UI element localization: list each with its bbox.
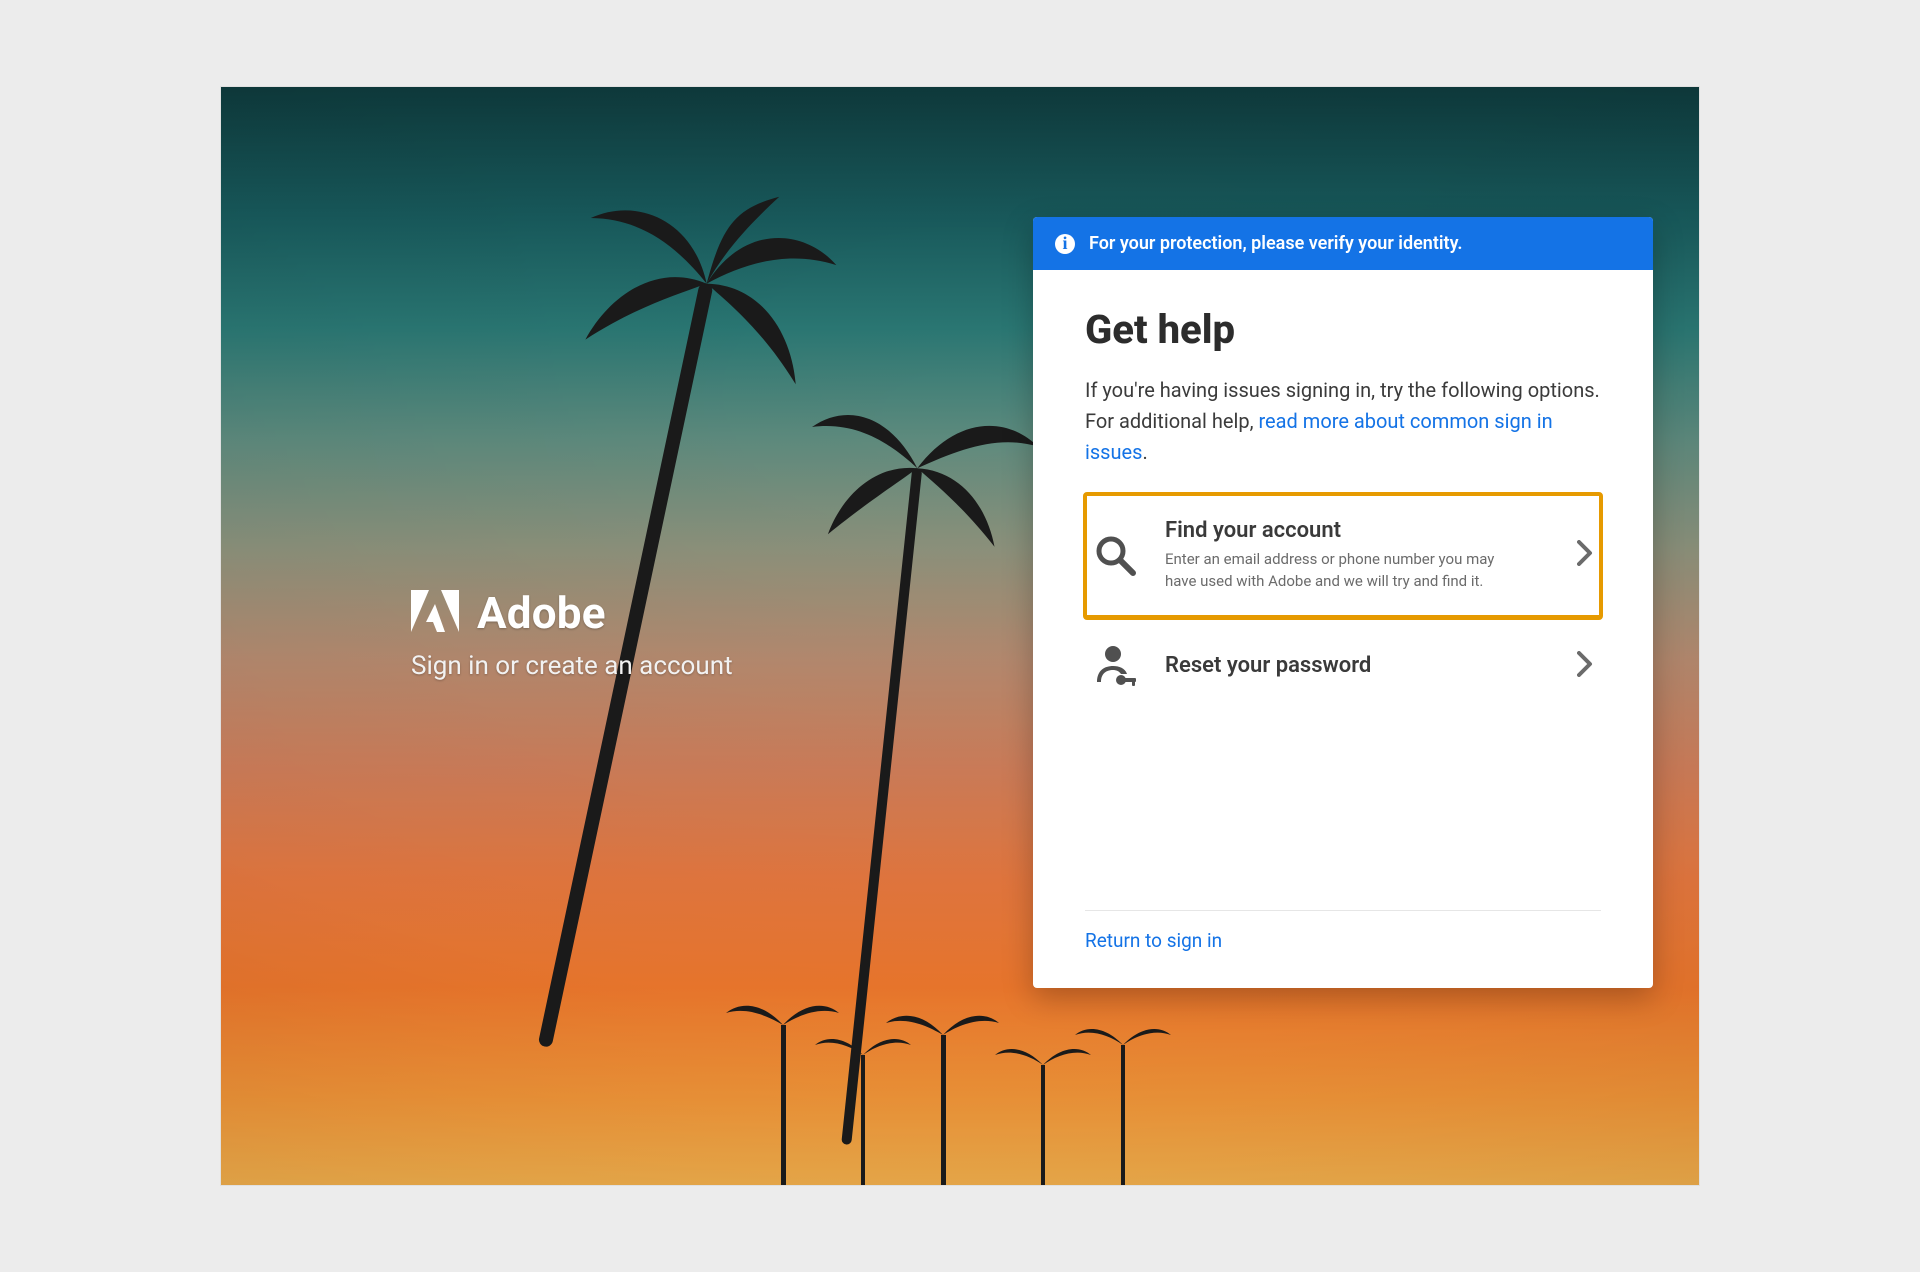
card-intro: If you're having issues signing in, try … [1085, 375, 1601, 468]
return-to-signin-link[interactable]: Return to sign in [1085, 929, 1222, 952]
intro-suffix: . [1142, 440, 1147, 464]
identity-banner: i For your protection, please verify you… [1033, 217, 1653, 270]
brand-block: Adobe Sign in or create an account [411, 587, 733, 681]
option-find-account[interactable]: Find your account Enter an email address… [1085, 494, 1601, 618]
option-label: Reset your password [1165, 653, 1555, 678]
identity-banner-text: For your protection, please verify your … [1089, 233, 1462, 254]
adobe-logo-icon [411, 590, 459, 636]
option-desc: Enter an email address or phone number y… [1165, 549, 1525, 593]
chevron-right-icon [1577, 651, 1593, 681]
card-title: Get help [1085, 306, 1601, 353]
card-footer: Return to sign in [1033, 892, 1653, 988]
info-icon: i [1055, 234, 1075, 254]
search-icon [1087, 531, 1143, 579]
help-card: i For your protection, please verify you… [1033, 217, 1653, 988]
user-key-icon [1087, 642, 1143, 690]
chevron-right-icon [1577, 540, 1593, 570]
option-label: Find your account [1165, 518, 1555, 543]
option-reset-password[interactable]: Reset your password [1085, 618, 1601, 714]
brand-name: Adobe [477, 587, 606, 639]
signin-help-screen: Adobe Sign in or create an account i For… [221, 87, 1699, 1185]
brand-subtitle: Sign in or create an account [411, 651, 733, 681]
help-options: Find your account Enter an email address… [1085, 494, 1601, 714]
